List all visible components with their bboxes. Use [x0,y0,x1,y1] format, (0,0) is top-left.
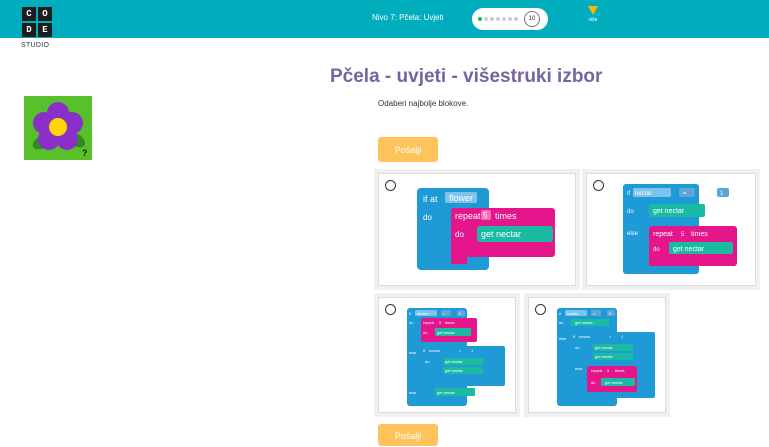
block-label: times [445,320,455,325]
level-progress: 10 [472,8,548,30]
radio-button[interactable] [385,304,396,315]
radio-button[interactable] [593,180,604,191]
progress-dot[interactable] [502,17,506,21]
logo-letter: O [38,7,52,21]
svg-text:?: ? [82,148,88,158]
block-label: do [423,213,432,222]
submit-button[interactable]: Pošalji [378,137,438,162]
progress-dot[interactable] [484,17,488,21]
block-label: do [575,345,580,350]
answer-choice-2[interactable]: if nectar = 1 do get nectar else repeat … [586,173,756,286]
progress-dot[interactable] [490,17,494,21]
code-blocks-image: if nectar = 1 do get nectar else repeat … [623,184,737,274]
block-label: get nectar [595,354,613,359]
progress-dot[interactable] [508,17,512,21]
block-label: get nectar [575,320,593,325]
block-label: if [627,191,630,197]
block-label: flower [449,193,473,203]
level-title: Nivo 7: Pčela: Uvjeti [372,13,444,22]
block-label: else [627,231,639,237]
block-label: get nectar [605,380,623,385]
block-label: if at [423,194,438,204]
logo-letter: C [22,7,36,21]
block-label: times [615,368,625,373]
block-label: times [495,211,517,221]
block-label: times [691,231,708,238]
block-label: else [409,390,417,395]
instructions-text: Odaberi najbolje blokove. [378,99,469,108]
radio-button[interactable] [535,304,546,315]
top-bar: Nivo 7: Pčela: Uvjeti 10 više [0,0,769,38]
block-label: else [409,350,417,355]
block-label: get nectar [481,229,521,239]
code-blocks-image: if nectar = 0 do repeat 5 times do get n… [407,308,505,406]
block-label: get nectar [445,368,463,373]
chevron-down-icon [588,6,598,15]
block-label: get nectar [437,390,455,395]
block-label: repeat [591,368,603,373]
block-label: 5 [483,211,488,220]
progress-dot[interactable] [514,17,518,21]
page-title: Pčela - uvjeti - višestruki izbor [330,66,603,87]
block-label: = [683,191,687,197]
more-button[interactable]: više [581,6,605,23]
block-label: get nectar [653,208,685,215]
code-blocks-image: if nectar = 0 do get nectar else if nect… [557,308,655,406]
block-label: nectar [417,311,429,316]
flower-hint-icon[interactable]: ? [24,96,92,160]
logo-caption: STUDIO [21,42,50,49]
code-blocks-image: if at flower do repeat 5 times do get ne… [417,188,555,270]
block-label: nectar [579,334,591,339]
block-label: do [653,247,660,253]
answer-choice-4[interactable]: if nectar = 0 do get nectar else if nect… [528,297,666,413]
block-label: repeat [653,231,673,238]
block-label: do [591,380,596,385]
block-label: get nectar [437,330,455,335]
block-label: do [425,359,430,364]
block-label: get nectar [673,246,705,253]
block-label: do [455,230,464,239]
answer-choice-1[interactable]: if at flower do repeat 5 times do get ne… [378,173,576,286]
block-label: do [409,320,414,325]
submit-button-bottom[interactable]: Pošalji [378,424,438,446]
block-label: get nectar [445,359,463,364]
progress-dot[interactable] [496,17,500,21]
flower-icon: ? [32,102,88,158]
block-label: else [559,336,567,341]
answer-choice-3[interactable]: if nectar = 0 do repeat 5 times do get n… [378,297,516,413]
progress-dot[interactable] [478,17,482,21]
block-label: do [559,320,564,325]
block-label: nectar [635,191,652,197]
block-label: nectar [567,311,579,316]
code-studio-logo[interactable]: C O D E [22,7,56,41]
block-label: repeat [455,211,481,221]
more-label: više [588,17,598,23]
block-label: get nectar [595,345,613,350]
block-label: do [627,209,634,215]
block-label: nectar [429,348,441,353]
radio-button[interactable] [385,180,396,191]
block-label: repeat [423,320,435,325]
block-label: do [423,330,428,335]
logo-letter: D [22,23,36,37]
current-level-badge[interactable]: 10 [524,11,540,27]
block-label: else [575,366,583,371]
logo-letter: E [38,23,52,37]
